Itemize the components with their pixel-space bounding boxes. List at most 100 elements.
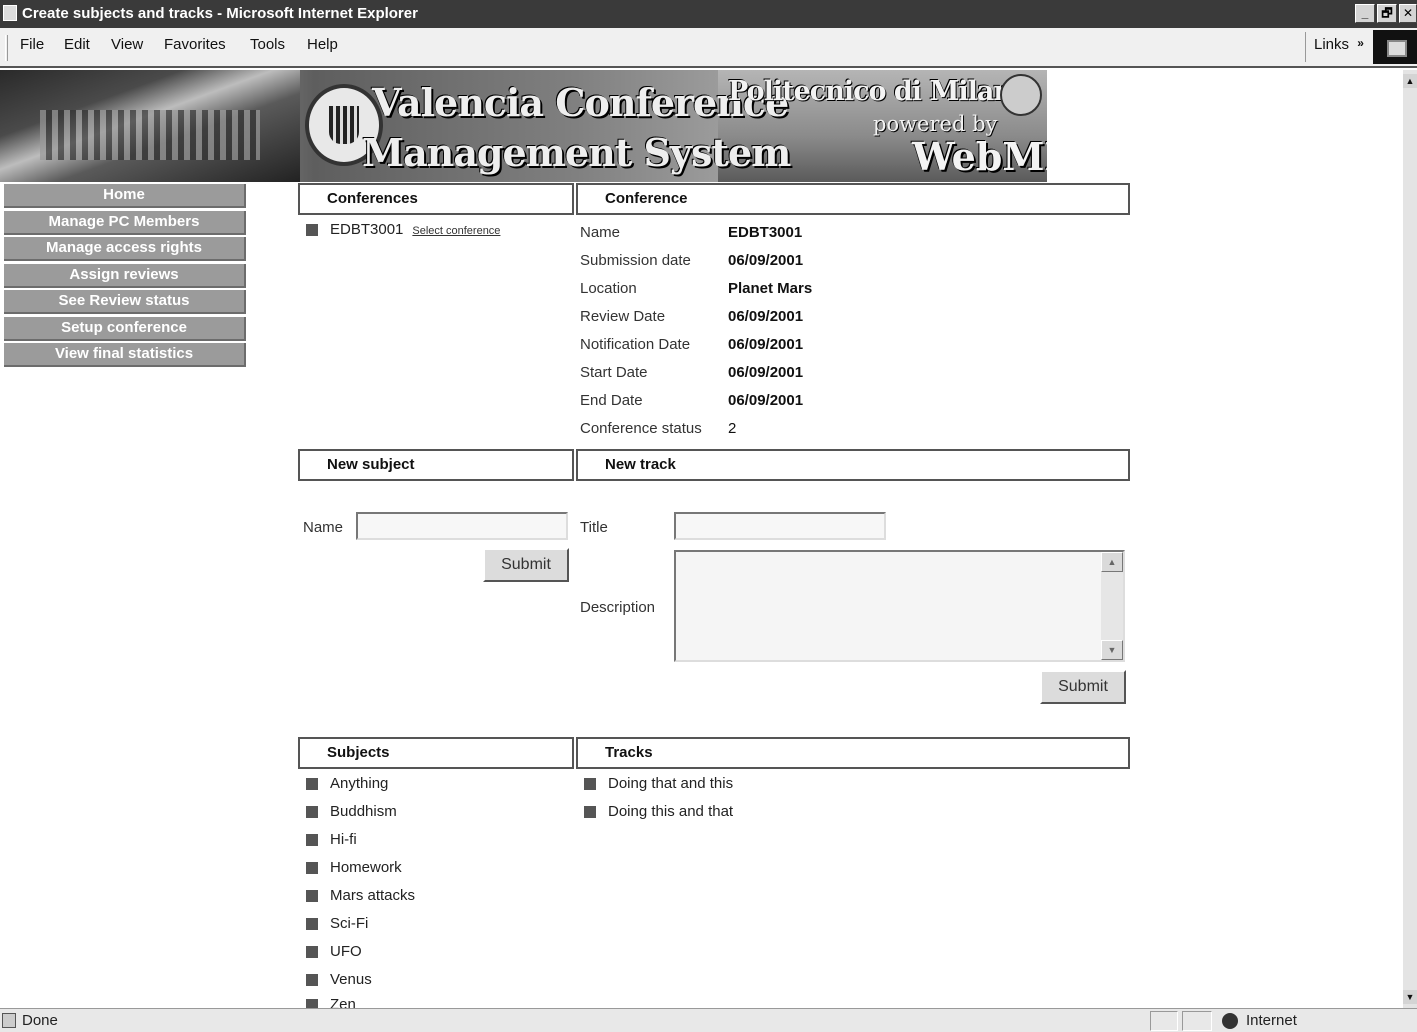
- banner-powered-by: powered by: [873, 112, 998, 136]
- field-label-submission-date: Submission date: [580, 252, 691, 269]
- subject-item-homework[interactable]: Homework: [306, 859, 402, 876]
- bullet-icon: [584, 806, 596, 819]
- banner-title-line2: Management System: [362, 130, 791, 175]
- conference-name: EDBT3001: [330, 221, 404, 238]
- subject-label: Sci-Fi: [330, 915, 369, 932]
- subject-label: Anything: [330, 775, 389, 792]
- bullet-icon: [306, 862, 318, 875]
- field-value-submission-date: 06/09/2001: [728, 252, 804, 269]
- page-scrollbar[interactable]: ▲ ▼: [1403, 70, 1417, 1008]
- subject-name-label: Name: [303, 519, 344, 536]
- field-value-location: Planet Mars: [728, 280, 813, 297]
- side-nav: Home Manage PC Members Manage access rig…: [4, 184, 246, 370]
- subject-label: Buddhism: [330, 803, 397, 820]
- field-value-end-date: 06/09/2001: [728, 392, 804, 409]
- track-title-label: Title: [580, 519, 608, 536]
- field-label-review-date: Review Date: [580, 308, 666, 325]
- subject-item-mars-attacks[interactable]: Mars attacks: [306, 887, 415, 904]
- close-button[interactable]: ✕: [1399, 4, 1417, 23]
- subject-label: Venus: [330, 971, 372, 988]
- nav-manage-access-rights[interactable]: Manage access rights: [4, 237, 246, 261]
- field-label-conference-status: Conference status: [580, 420, 702, 437]
- windows-logo-icon: [1373, 30, 1417, 64]
- bullet-icon: [306, 778, 318, 791]
- banner-partner: Politecnico di Milano: [728, 76, 1030, 107]
- scroll-up-arrow-icon[interactable]: ▲: [1101, 552, 1123, 572]
- status-text: Done: [22, 1012, 58, 1029]
- conferences-header: Conferences: [298, 183, 574, 215]
- menu-edit[interactable]: Edit: [64, 36, 90, 53]
- field-label-location: Location: [580, 280, 637, 297]
- bullet-icon: [584, 778, 596, 791]
- page-done-icon: [2, 1013, 16, 1028]
- menu-file[interactable]: File: [20, 36, 44, 53]
- restore-button[interactable]: 🗗: [1377, 4, 1397, 23]
- subject-label: Homework: [330, 859, 402, 876]
- tracks-header: Tracks: [576, 737, 1130, 769]
- subject-item-anything[interactable]: Anything: [306, 775, 388, 792]
- window-title: Create subjects and tracks - Microsoft I…: [22, 5, 418, 22]
- bullet-icon: [306, 224, 318, 237]
- field-label-notification-date: Notification Date: [580, 336, 691, 353]
- bullet-icon: [306, 974, 318, 987]
- status-pane: [1182, 1011, 1212, 1031]
- menu-view[interactable]: View: [111, 36, 143, 53]
- field-value-name: EDBT3001: [728, 224, 803, 241]
- track-label: Doing that and this: [608, 775, 734, 792]
- conference-header: Conference: [576, 183, 1130, 215]
- bullet-icon: [306, 890, 318, 903]
- subjects-header: Subjects: [298, 737, 574, 769]
- scroll-down-arrow-icon[interactable]: ▼: [1101, 640, 1123, 660]
- new-track-header: New track: [576, 449, 1130, 481]
- bullet-icon: [306, 918, 318, 931]
- bullet-icon: [306, 999, 318, 1008]
- links-label: Links: [1314, 36, 1350, 53]
- select-conference-link[interactable]: Select conference: [412, 225, 500, 237]
- field-label-start-date: Start Date: [580, 364, 648, 381]
- field-value-review-date: 06/09/2001: [728, 308, 804, 325]
- subject-item-zen[interactable]: Zen: [306, 996, 356, 1008]
- subject-item-sci-fi[interactable]: Sci-Fi: [306, 915, 368, 932]
- track-item[interactable]: Doing this and that: [584, 803, 733, 820]
- menu-help[interactable]: Help: [307, 36, 338, 53]
- subject-item-venus[interactable]: Venus: [306, 971, 372, 988]
- banner-webml-logo: WebML: [912, 134, 1047, 179]
- subject-label: Zen: [330, 996, 356, 1008]
- subject-name-input[interactable]: [356, 512, 568, 540]
- nav-home[interactable]: Home: [4, 184, 246, 208]
- toolbar-grip[interactable]: [5, 35, 8, 61]
- track-submit-button[interactable]: Submit: [1040, 670, 1126, 704]
- scroll-up-arrow-icon[interactable]: ▲: [1403, 74, 1417, 88]
- nav-setup-conference[interactable]: Setup conference: [4, 316, 246, 341]
- subject-item-hi-fi[interactable]: Hi-fi: [306, 831, 357, 848]
- track-description-textarea[interactable]: ▲ ▼: [674, 550, 1125, 662]
- polimi-seal-icon: [1000, 74, 1042, 116]
- track-item[interactable]: Doing that and this: [584, 775, 733, 792]
- subject-label: Mars attacks: [330, 887, 416, 904]
- nav-manage-pc-members[interactable]: Manage PC Members: [4, 210, 246, 235]
- minimize-button[interactable]: _: [1355, 4, 1375, 23]
- links-toolbar[interactable]: Links »: [1305, 32, 1364, 62]
- menu-tools[interactable]: Tools: [250, 36, 285, 53]
- nav-assign-reviews[interactable]: Assign reviews: [4, 263, 246, 288]
- scroll-down-arrow-icon[interactable]: ▼: [1403, 990, 1417, 1004]
- menu-favorites[interactable]: Favorites: [164, 36, 226, 53]
- title-bar: Create subjects and tracks - Microsoft I…: [0, 0, 1417, 28]
- track-title-input[interactable]: [674, 512, 886, 540]
- field-value-conference-status: 2: [728, 420, 737, 437]
- campus-photo: [0, 70, 300, 182]
- textarea-scrollbar[interactable]: ▲ ▼: [1101, 552, 1123, 660]
- conference-list-item: EDBT3001 Select conference: [306, 221, 500, 238]
- menu-bar: File Edit View Favorites Tools Help Link…: [0, 28, 1417, 68]
- subject-label: UFO: [330, 943, 362, 960]
- nav-see-review-status[interactable]: See Review status: [4, 290, 246, 314]
- nav-view-final-statistics[interactable]: View final statistics: [4, 343, 246, 367]
- subject-submit-button[interactable]: Submit: [483, 548, 569, 582]
- field-label-name: Name: [580, 224, 621, 241]
- links-chevron-icon[interactable]: »: [1357, 36, 1364, 50]
- subject-item-ufo[interactable]: UFO: [306, 943, 362, 960]
- subject-item-buddhism[interactable]: Buddhism: [306, 803, 397, 820]
- zone-text: Internet: [1246, 1012, 1297, 1029]
- header-banner: Valencia Conference Management System Po…: [0, 70, 1047, 182]
- new-subject-header: New subject: [298, 449, 574, 481]
